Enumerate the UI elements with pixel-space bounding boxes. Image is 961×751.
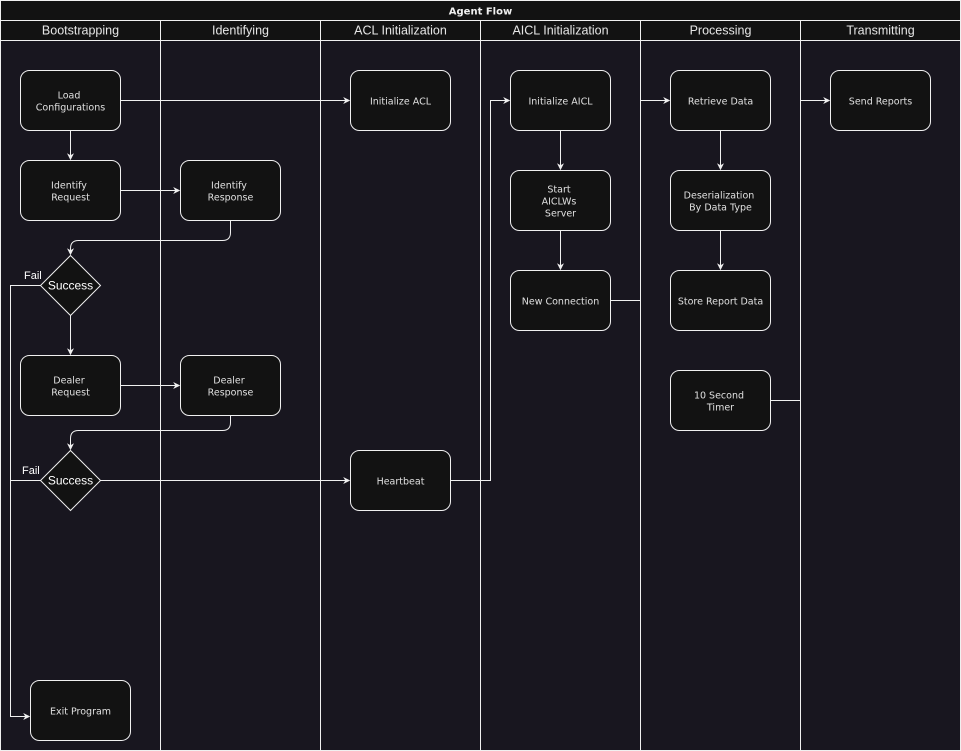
node-ten-second-timer[interactable]: 10 Second Timer — [670, 370, 771, 431]
node-label: Identify Response — [208, 181, 254, 204]
lane-label: Processing — [690, 24, 752, 38]
lane-label: Transmitting — [846, 24, 914, 38]
node-label: New Connection — [522, 297, 600, 308]
node-send-reports[interactable]: Send Reports — [830, 70, 931, 131]
node-label: Dealer Response — [208, 376, 254, 399]
node-label: Dealer Request — [51, 376, 90, 399]
node-dealer-response[interactable]: Dealer Response — [180, 355, 281, 416]
node-initialize-acl[interactable]: Initialize ACL — [350, 70, 451, 131]
node-label: Heartbeat — [377, 477, 425, 488]
agent-flow-diagram: Agent Flow Bootstrapping Identifying ACL… — [0, 0, 961, 751]
node-store-report-data[interactable]: Store Report Data — [670, 270, 771, 331]
node-label: Retrieve Data — [688, 97, 753, 108]
node-label: Deserialization By Data Type — [684, 191, 758, 214]
edge-label-fail-1: Fail — [24, 270, 42, 282]
lane-label: ACL Initialization — [354, 24, 447, 38]
node-identify-response[interactable]: Identify Response — [180, 160, 281, 221]
node-load-configurations[interactable]: Load Configurations — [20, 70, 121, 131]
node-initialize-aicl[interactable]: Initialize AICL — [510, 70, 611, 131]
node-label: Success — [48, 474, 93, 488]
edge-label-fail-2: Fail — [22, 465, 40, 477]
node-start-aiclws-server[interactable]: Start AICLWs Server — [510, 170, 611, 231]
node-retrieve-data[interactable]: Retrieve Data — [670, 70, 771, 131]
node-exit-program[interactable]: Exit Program — [30, 680, 131, 741]
node-deserialization-by-data-type[interactable]: Deserialization By Data Type — [670, 170, 771, 231]
node-identify-request[interactable]: Identify Request — [20, 160, 121, 221]
lane-label: AICL Initialization — [512, 24, 608, 38]
node-label: Identify Request — [51, 181, 90, 204]
lane-label: Identifying — [212, 24, 269, 38]
node-new-connection[interactable]: New Connection — [510, 270, 611, 331]
node-label: Exit Program — [50, 707, 111, 718]
node-label: Initialize AICL — [528, 97, 593, 108]
lane-label: Bootstrapping — [42, 24, 119, 38]
node-dealer-request[interactable]: Dealer Request — [20, 355, 121, 416]
node-label: Success — [48, 279, 93, 293]
node-label: Send Reports — [849, 97, 912, 108]
node-label: Store Report Data — [678, 297, 763, 308]
node-heartbeat[interactable]: Heartbeat — [350, 450, 451, 511]
pool-title: Agent Flow — [449, 7, 512, 18]
node-label: Initialize ACL — [370, 97, 432, 108]
